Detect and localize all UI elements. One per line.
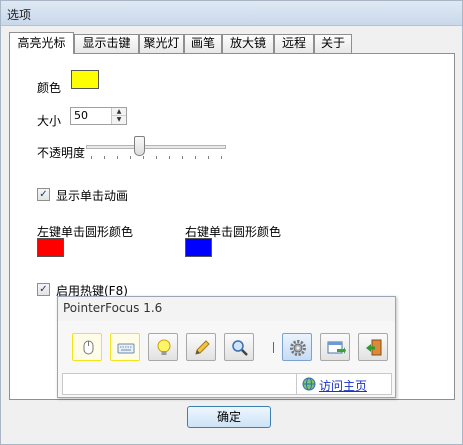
spinner-buttons: ▲ ▼ bbox=[111, 108, 126, 124]
tab-show-keystrokes[interactable]: 显示击键 bbox=[74, 34, 139, 53]
mouse-icon bbox=[83, 340, 94, 355]
pen-button[interactable] bbox=[186, 333, 216, 361]
popup-footer: 访问主页 bbox=[62, 373, 392, 395]
keyboard-icon bbox=[117, 343, 135, 354]
exit-icon bbox=[366, 339, 382, 356]
slider-tick bbox=[130, 156, 131, 159]
pointerfocus-toolbar-popup: PointerFocus 1.6 访问主页 bbox=[57, 296, 396, 398]
tab-pen[interactable]: 画笔 bbox=[184, 34, 222, 53]
options-window: 选项 高亮光标 显示击键 聚光灯 画笔 放大镜 远程 关于 颜色 大小 50 ▲… bbox=[0, 0, 463, 445]
spin-down-icon[interactable]: ▼ bbox=[112, 116, 126, 124]
slider-track bbox=[86, 145, 226, 149]
window-title: 选项 bbox=[7, 8, 32, 22]
enable-hotkey-checkbox[interactable]: ✓ bbox=[37, 283, 50, 296]
slider-tick bbox=[104, 156, 105, 159]
magnifier-icon bbox=[232, 340, 248, 356]
show-click-animation-label: 显示单击动画 bbox=[56, 189, 129, 203]
exit-button[interactable] bbox=[358, 333, 388, 361]
pen-icon bbox=[195, 340, 210, 355]
toolbar-separator bbox=[273, 342, 274, 353]
slider-thumb[interactable] bbox=[134, 136, 145, 156]
slider-tick bbox=[91, 156, 92, 159]
opacity-label: 不透明度 bbox=[37, 146, 86, 160]
size-value[interactable]: 50 bbox=[74, 109, 88, 122]
spotlight-button[interactable] bbox=[148, 333, 178, 361]
size-spinner[interactable]: 50 ▲ ▼ bbox=[70, 107, 127, 125]
popup-title: PointerFocus 1.6 bbox=[63, 301, 163, 315]
opacity-slider[interactable] bbox=[86, 136, 226, 162]
magnifier-button[interactable] bbox=[224, 333, 254, 361]
slider-tick bbox=[117, 156, 118, 159]
slider-tick bbox=[182, 156, 183, 159]
cursor-color-swatch[interactable] bbox=[71, 70, 99, 89]
remote-button[interactable] bbox=[320, 333, 350, 361]
tab-remote[interactable]: 远程 bbox=[274, 34, 314, 53]
size-label: 大小 bbox=[37, 114, 62, 128]
popup-title-bar: PointerFocus 1.6 bbox=[58, 297, 395, 321]
ok-button[interactable]: 确定 bbox=[187, 406, 271, 428]
visit-homepage-link[interactable]: 访问主页 bbox=[319, 377, 367, 394]
tab-about[interactable]: 关于 bbox=[314, 34, 352, 53]
slider-tick bbox=[169, 156, 170, 159]
gear-icon bbox=[290, 340, 306, 356]
spin-up-icon[interactable]: ▲ bbox=[112, 108, 126, 116]
tab-highlight-cursor[interactable]: 高亮光标 bbox=[9, 32, 74, 54]
slider-tick bbox=[156, 156, 157, 159]
title-bar: 选项 bbox=[1, 1, 462, 26]
keystroke-button[interactable] bbox=[110, 333, 140, 361]
right-click-color-swatch[interactable] bbox=[185, 238, 212, 257]
slider-tick bbox=[143, 156, 144, 159]
mouse-highlight-button[interactable] bbox=[72, 333, 102, 361]
highlight-cursor-panel: 颜色 大小 50 ▲ ▼ 不透明度 ✓ 显示单击动画 左键单击圆形颜色 右键单击… bbox=[9, 53, 455, 400]
settings-button[interactable] bbox=[282, 333, 312, 361]
tab-magnifier[interactable]: 放大镜 bbox=[222, 34, 274, 53]
footer-divider bbox=[296, 374, 297, 394]
color-label: 颜色 bbox=[37, 81, 62, 95]
tab-spotlight[interactable]: 聚光灯 bbox=[139, 34, 184, 53]
globe-icon bbox=[302, 377, 316, 391]
remote-icon bbox=[327, 341, 346, 354]
show-click-animation-checkbox[interactable]: ✓ bbox=[37, 188, 50, 201]
slider-tick bbox=[208, 156, 209, 159]
slider-tick bbox=[221, 156, 222, 159]
spotlight-icon bbox=[157, 339, 171, 355]
left-click-color-swatch[interactable] bbox=[37, 238, 64, 257]
slider-tick bbox=[195, 156, 196, 159]
